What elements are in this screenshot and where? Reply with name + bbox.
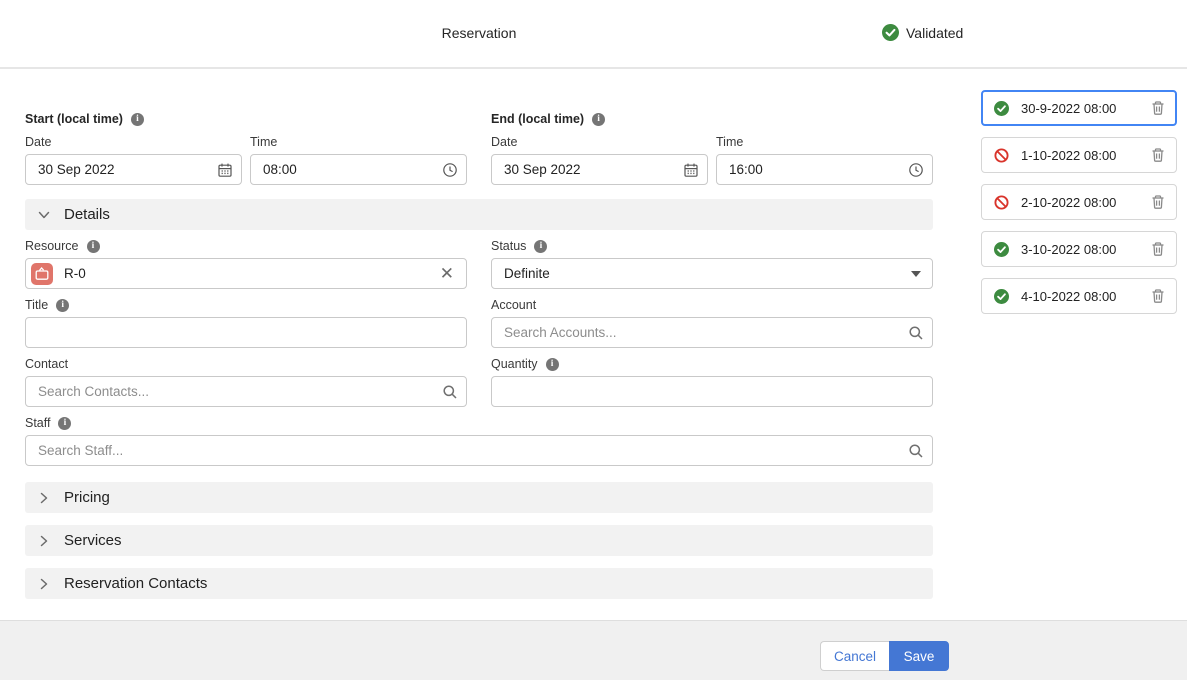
start-time-input[interactable] (250, 154, 467, 185)
occurrence-label: 2-10-2022 08:00 (1021, 195, 1150, 210)
section-details[interactable]: Details (25, 199, 933, 230)
start-date-input[interactable] (25, 154, 242, 185)
occurrence-card[interactable]: 4-10-2022 08:00 (981, 278, 1177, 314)
delete-occurrence-icon[interactable] (1150, 100, 1166, 116)
end-date-input[interactable] (491, 154, 708, 185)
title-label: Title (25, 298, 48, 312)
end-label: End (local time) (491, 112, 584, 126)
occurrence-card[interactable]: 1-10-2022 08:00 (981, 137, 1177, 173)
start-date-label: Date (25, 135, 242, 149)
delete-occurrence-icon[interactable] (1150, 288, 1166, 304)
resource-pill[interactable]: R-0 ✕ (25, 258, 467, 289)
validation-status-label: Validated (906, 25, 963, 41)
clock-icon[interactable] (442, 162, 458, 178)
start-time-label: Time (250, 135, 467, 149)
status-field: Status i Definite (491, 239, 933, 289)
start-label: Start (local time) (25, 112, 123, 126)
occurrence-card[interactable]: 3-10-2022 08:00 (981, 231, 1177, 267)
delete-occurrence-icon[interactable] (1150, 241, 1166, 257)
search-icon[interactable] (908, 443, 924, 459)
status-value: Definite (504, 266, 550, 281)
chevron-right-icon (37, 534, 51, 548)
account-field: Account (491, 298, 933, 348)
chevron-right-icon (37, 491, 51, 505)
validated-check-icon (882, 24, 899, 41)
section-details-title: Details (64, 206, 110, 223)
section-services[interactable]: Services (25, 525, 933, 556)
invalid-ban-icon (994, 148, 1009, 163)
valid-check-icon (994, 242, 1009, 257)
staff-label: Staff (25, 416, 50, 430)
contact-field: Contact (25, 357, 467, 407)
account-label: Account (491, 298, 536, 312)
occurrence-label: 1-10-2022 08:00 (1021, 148, 1150, 163)
occurrence-card[interactable]: 30-9-2022 08:00 (981, 90, 1177, 126)
calendar-icon[interactable] (683, 162, 699, 178)
end-info-icon[interactable]: i (592, 113, 605, 126)
occurrence-list: 30-9-2022 08:00 1-10-2022 08:00 2-10-202… (981, 90, 1177, 325)
title-input[interactable] (25, 317, 467, 348)
occurrence-label: 30-9-2022 08:00 (1021, 101, 1150, 116)
staff-info-icon[interactable]: i (58, 417, 71, 430)
chevron-down-icon (37, 208, 51, 222)
start-datetime-block: Start (local time) i Date Time (25, 112, 467, 185)
dropdown-caret-icon (911, 271, 921, 277)
resource-field: Resource i R-0 ✕ (25, 239, 467, 289)
contact-label: Contact (25, 357, 68, 371)
staff-search-input[interactable] (25, 435, 933, 466)
section-reservation-contacts[interactable]: Reservation Contacts (25, 568, 933, 599)
occurrence-label: 4-10-2022 08:00 (1021, 289, 1150, 304)
clock-icon[interactable] (908, 162, 924, 178)
section-reservation-contacts-title: Reservation Contacts (64, 575, 207, 592)
section-services-title: Services (64, 532, 122, 549)
save-button[interactable]: Save (889, 641, 949, 671)
status-info-icon[interactable]: i (534, 240, 547, 253)
quantity-input[interactable] (491, 376, 933, 407)
end-date-label: Date (491, 135, 708, 149)
occurrence-card[interactable]: 2-10-2022 08:00 (981, 184, 1177, 220)
resource-info-icon[interactable]: i (87, 240, 100, 253)
delete-occurrence-icon[interactable] (1150, 147, 1166, 163)
reservation-dialog: Reservation Validated Start (local time)… (0, 0, 1187, 680)
end-datetime-block: End (local time) i Date Time (491, 112, 933, 185)
end-time-input[interactable] (716, 154, 933, 185)
chevron-right-icon (37, 577, 51, 591)
invalid-ban-icon (994, 195, 1009, 210)
quantity-info-icon[interactable]: i (546, 358, 559, 371)
clear-resource-icon[interactable]: ✕ (438, 265, 456, 282)
dialog-header: Reservation Validated (0, 0, 1187, 69)
resource-tv-icon (31, 263, 53, 285)
staff-field: Staff i (25, 416, 933, 466)
title-field: Title i (25, 298, 467, 348)
cancel-button[interactable]: Cancel (820, 641, 889, 671)
title-info-icon[interactable]: i (56, 299, 69, 312)
page-title: Reservation (442, 25, 517, 41)
quantity-label: Quantity (491, 357, 538, 371)
section-pricing-title: Pricing (64, 489, 110, 506)
start-info-icon[interactable]: i (131, 113, 144, 126)
valid-check-icon (994, 289, 1009, 304)
contact-search-input[interactable] (25, 376, 467, 407)
quantity-field: Quantity i (491, 357, 933, 407)
delete-occurrence-icon[interactable] (1150, 194, 1166, 210)
reservation-form: Start (local time) i Date Time (25, 112, 933, 599)
dialog-footer: Cancel Save (0, 620, 1187, 680)
status-label: Status (491, 239, 526, 253)
section-pricing[interactable]: Pricing (25, 482, 933, 513)
end-time-label: Time (716, 135, 933, 149)
occurrence-label: 3-10-2022 08:00 (1021, 242, 1150, 257)
resource-label: Resource (25, 239, 79, 253)
account-search-input[interactable] (491, 317, 933, 348)
validation-status: Validated (882, 24, 963, 41)
search-icon[interactable] (442, 384, 458, 400)
resource-value: R-0 (64, 266, 438, 281)
valid-check-icon (994, 101, 1009, 116)
calendar-icon[interactable] (217, 162, 233, 178)
search-icon[interactable] (908, 325, 924, 341)
status-select[interactable]: Definite (491, 258, 933, 289)
